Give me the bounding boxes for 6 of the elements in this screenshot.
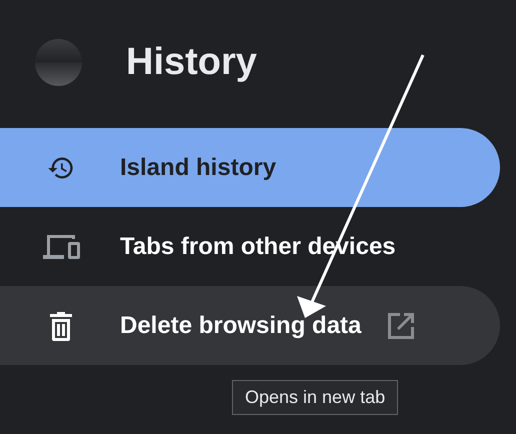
nav-item[interactable]: Delete browsing data xyxy=(0,286,500,365)
nav-item[interactable]: Island history xyxy=(0,128,500,207)
page-title: History xyxy=(126,40,257,84)
trash-icon xyxy=(49,310,73,340)
devices-icon xyxy=(41,232,81,260)
tooltip: Opens in new tab xyxy=(232,380,398,415)
